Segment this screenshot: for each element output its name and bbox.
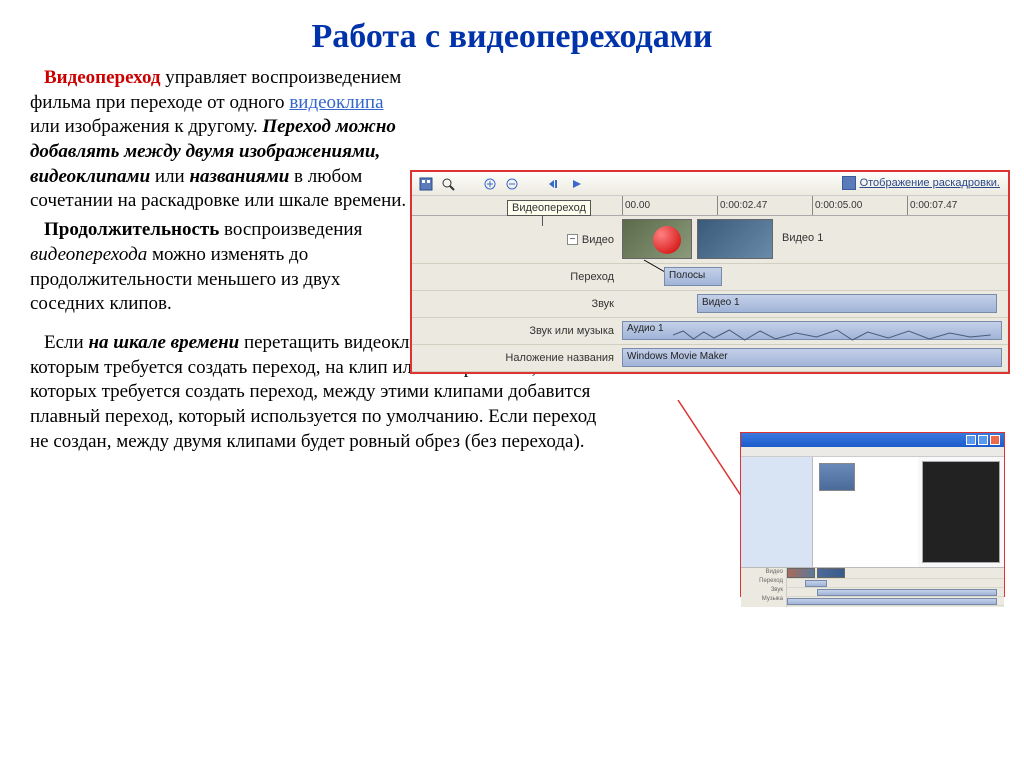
ruler-mark: 0:00:02.47 — [717, 196, 767, 215]
sound-track[interactable]: Видео 1 — [622, 291, 1008, 318]
play-icon[interactable] — [568, 176, 584, 192]
zoom-out-icon[interactable] — [504, 176, 520, 192]
video-track[interactable]: Видео 1 — [622, 216, 1008, 264]
track-label-sound: Звук — [412, 291, 622, 318]
mini-timeline: Видео Переход Звук Музыка — [741, 567, 1004, 607]
term-transition: Видеопереход — [44, 67, 161, 88]
collection-thumb[interactable] — [819, 463, 855, 491]
ruler-mark: 00.00 — [622, 196, 650, 215]
close-icon[interactable] — [990, 435, 1000, 445]
paragraph-1: Видеопереход управляет воспроизведением … — [30, 66, 410, 214]
ruler-mark: 0:00:07.47 — [907, 196, 957, 215]
screenshot-timeline: Отображение раскадровки. Видеопереход − … — [410, 170, 1010, 374]
track-label-video: Видеопереход − Видео — [412, 216, 622, 264]
audio-clip[interactable]: Аудио 1 — [622, 321, 1002, 340]
mini-seg[interactable] — [805, 580, 827, 587]
transition-clip[interactable]: Полосы — [664, 267, 722, 286]
sound-clip[interactable]: Видео 1 — [697, 294, 997, 313]
zoom-tool-icon[interactable] — [440, 176, 456, 192]
mini-seg[interactable] — [787, 598, 997, 605]
timeline-icon[interactable] — [418, 176, 434, 192]
track-label-overlay: Наложение названия — [412, 345, 622, 372]
rewind-icon[interactable] — [546, 176, 562, 192]
clip-label: Видео 1 — [782, 232, 823, 244]
title-track[interactable]: Windows Movie Maker — [622, 345, 1008, 372]
film-icon — [842, 176, 856, 190]
video-clip-1[interactable] — [622, 219, 692, 259]
music-track[interactable]: Аудио 1 — [622, 318, 1008, 345]
menubar — [741, 447, 1004, 457]
page-title: Работа с видеопереходами — [0, 0, 1024, 66]
collapse-icon[interactable]: − — [567, 234, 578, 245]
transition-track[interactable]: Полосы — [622, 264, 1008, 291]
task-pane — [741, 457, 813, 567]
minimize-icon[interactable] — [966, 435, 976, 445]
track-label-transition: Переход — [412, 264, 622, 291]
mini-seg[interactable] — [817, 589, 997, 596]
preview-pane — [922, 461, 1000, 563]
callout-transition: Видеопереход — [507, 200, 591, 216]
screenshot-fullwindow: Видео Переход Звук Музыка — [740, 432, 1005, 597]
collection-pane — [813, 457, 918, 567]
mini-clip[interactable] — [817, 568, 845, 578]
title-clip[interactable]: Windows Movie Maker — [622, 348, 1002, 367]
link-videoclip[interactable]: видеоклипа — [289, 92, 383, 113]
mini-clip[interactable] — [787, 568, 815, 578]
show-storyboard-link[interactable]: Отображение раскадровки. — [842, 176, 1000, 190]
maximize-icon[interactable] — [978, 435, 988, 445]
toolbar: Отображение раскадровки. — [412, 172, 1008, 196]
paragraph-2: Продолжительность воспроизведения видеоп… — [30, 218, 410, 317]
ruler-mark: 0:00:05.00 — [812, 196, 862, 215]
track-label-music: Звук или музыка — [412, 318, 622, 345]
titlebar — [741, 433, 1004, 447]
zoom-in-icon[interactable] — [482, 176, 498, 192]
video-clip-2[interactable] — [697, 219, 773, 259]
